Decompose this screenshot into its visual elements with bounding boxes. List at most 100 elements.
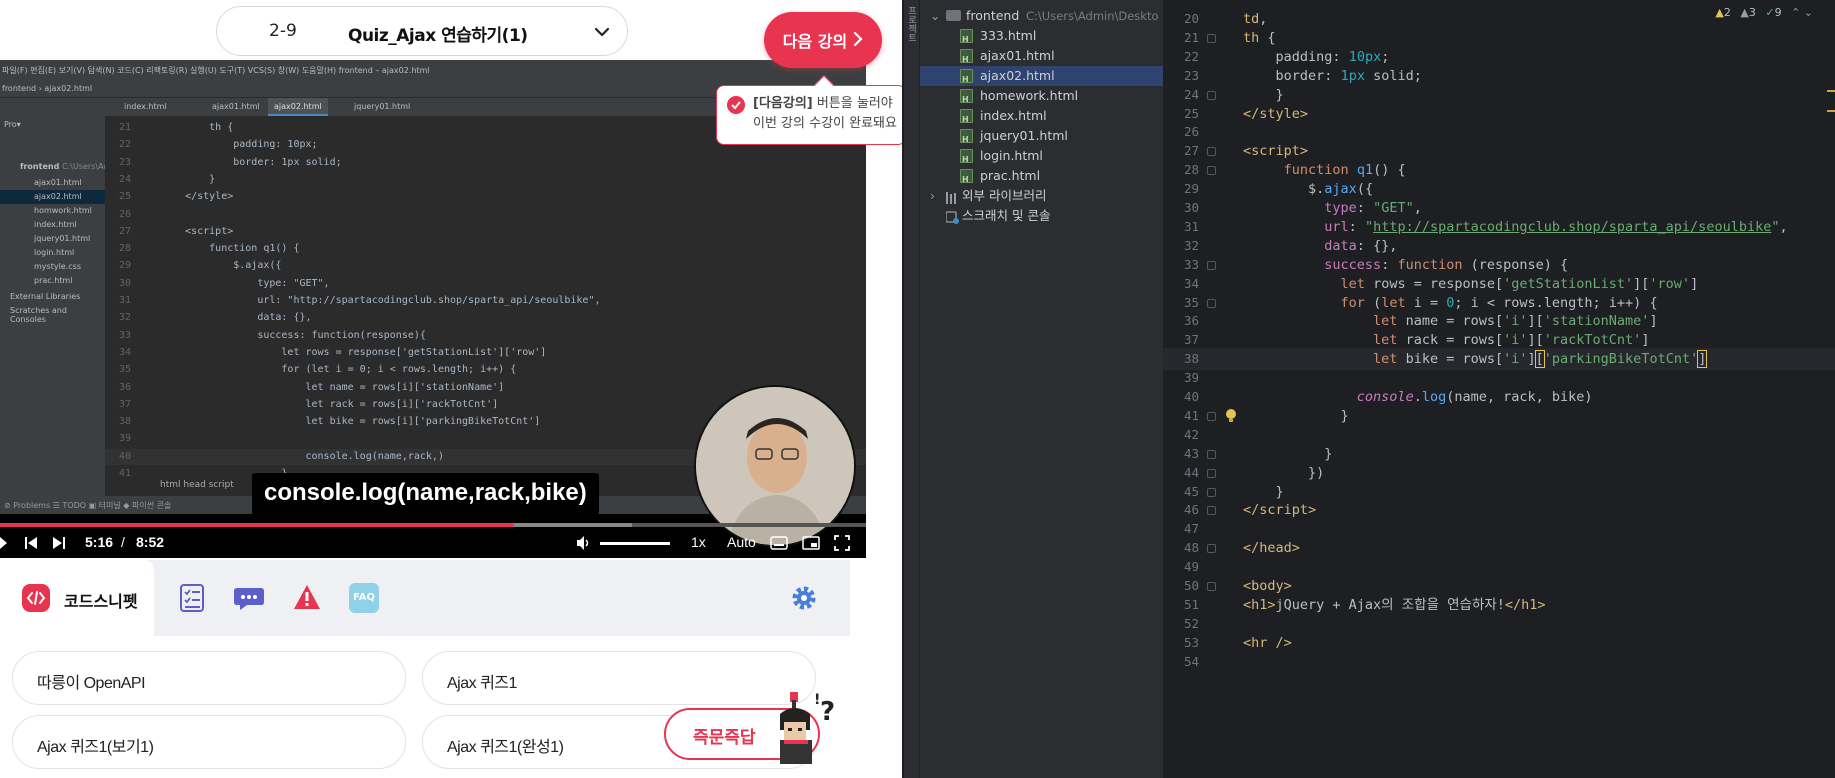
video-ide-project-title: Pro▾ (4, 120, 21, 129)
chevron-down-icon[interactable]: ⌄ (1804, 6, 1813, 19)
scrollbar-marker[interactable] (1827, 110, 1835, 112)
next-icon[interactable] (52, 536, 66, 553)
tree-file[interactable]: homework.html (920, 86, 1163, 110)
video-code-line: 25 </style> (105, 189, 866, 205)
warning-icon[interactable] (293, 584, 321, 614)
video-ide-scratches: Scratches and Consoles (10, 306, 67, 324)
project-tool-button[interactable]: 프로젝트 (906, 6, 918, 42)
video-ide-tab: ajax01.html (212, 102, 260, 111)
code-editor[interactable]: 20 td, 21th {22 padding: 10px; 23 border: 1… (1163, 0, 1835, 778)
snippet-card[interactable]: Ajax 퀴즈1(보기1) (12, 715, 406, 769)
video-line-number: 40 (118, 450, 131, 462)
gear-icon[interactable] (790, 584, 818, 616)
tree-file-label: ajax01.html (980, 48, 1055, 63)
video-code-line: 27 <script> (105, 224, 866, 240)
captions-icon[interactable] (770, 535, 788, 554)
check-circle-icon (727, 96, 745, 114)
ide-window: 프로젝트 ⌄ frontend C:\Users\Admin\Deskto 33… (904, 0, 1835, 778)
fold-marker-icon[interactable] (1207, 147, 1216, 157)
tree-file[interactable]: prac.html (920, 166, 1163, 190)
video-line-code: border: 1px solid; (161, 156, 342, 168)
tree-file[interactable]: jquery01.html (920, 126, 1163, 150)
video-ide-ext-libs: External Libraries (10, 292, 81, 301)
fold-marker-icon[interactable] (1207, 33, 1216, 43)
video-line-code: let rack = rows[i]['rackTotCnt'] (161, 398, 499, 410)
lecture-number: 2-9 (269, 21, 297, 41)
volume-icon[interactable] (576, 535, 592, 554)
check-icon: ✓ (1765, 6, 1775, 19)
snippet-card[interactable]: 따릉이 OpenAPI (12, 651, 406, 705)
checklist-icon[interactable] (180, 584, 204, 616)
video-line-number: 35 (118, 364, 131, 376)
scrollbar-marker[interactable] (1827, 90, 1835, 92)
tree-file-label: index.html (980, 108, 1047, 123)
next-lecture-button[interactable]: 다음 강의 (764, 12, 882, 68)
fold-marker-icon[interactable] (1207, 544, 1216, 554)
video-line-number: 29 (118, 260, 131, 272)
video-code-line: 31 url: "http://spartacodingclub.shop/sp… (105, 293, 866, 309)
fold-marker-icon[interactable] (1207, 90, 1216, 100)
previous-icon[interactable] (24, 536, 38, 553)
chevron-down-icon[interactable] (587, 17, 617, 47)
tree-file-label: 333.html (980, 28, 1037, 43)
tree-file-label: ajax02.html (980, 68, 1055, 83)
fold-marker-icon[interactable] (1207, 449, 1216, 459)
video-line-number: 34 (118, 346, 131, 358)
pip-icon[interactable] (802, 535, 820, 554)
fold-marker-icon[interactable] (1207, 260, 1216, 270)
snippet-card[interactable]: Ajax 퀴즈1 (422, 651, 816, 705)
lecture-title: Quiz_Ajax 연습하기(1) (348, 26, 528, 46)
fullscreen-icon[interactable] (834, 535, 850, 554)
tree-file-selected[interactable]: ajax02.html (920, 66, 1163, 90)
fold-marker-icon[interactable] (1207, 487, 1216, 497)
video-line-number: 28 (118, 243, 131, 255)
tree-file-label: jquery01.html (980, 128, 1068, 143)
lecture-selector[interactable]: 2-9 Quiz_Ajax 연습하기(1) (216, 6, 628, 56)
chat-icon[interactable] (233, 586, 265, 616)
video-ide-tab: jquery01.html (354, 102, 411, 111)
video-line-number: 25 (118, 191, 131, 203)
tree-file[interactable]: index.html (920, 106, 1163, 130)
video-progress-bar[interactable] (0, 523, 866, 527)
quality-selector[interactable]: Auto (727, 534, 756, 550)
video-line-number: 36 (118, 381, 131, 393)
toast-line-1-rest: 버튼을 눌러야 (812, 96, 893, 111)
volume-slider[interactable] (600, 542, 670, 545)
line-number: 54 (1183, 653, 1199, 669)
fold-marker-icon[interactable] (1207, 298, 1216, 308)
video-line-number: 39 (118, 433, 131, 445)
tree-file[interactable]: login.html (920, 146, 1163, 170)
video-code-line: 28 function q1() { (105, 241, 866, 257)
fold-marker-icon[interactable] (1207, 411, 1216, 421)
video-controls: 5:16 / 8:52 1x Auto (0, 530, 866, 558)
inspection-widget[interactable]: ▲2 ▲3 ✓9 ⌃ ⌄ (1715, 6, 1813, 19)
video-ide-file-selected: ajax02.html (0, 190, 105, 204)
code-line[interactable]: 54 (1163, 651, 1835, 673)
tree-file[interactable]: 333.html (920, 26, 1163, 50)
faq-icon[interactable]: FAQ (349, 583, 379, 613)
lightbulb-icon[interactable] (1225, 409, 1237, 423)
toast-line-1: [다음강의] 버튼을 눌러야 (753, 94, 897, 114)
fold-marker-icon[interactable] (1207, 468, 1216, 478)
fold-marker-icon[interactable] (1207, 506, 1216, 516)
video-line-code: let bike = rows[i]['parkingBikeTotCnt'] (161, 416, 541, 428)
tree-external-libraries[interactable]: › 외부 라이브러리 (920, 186, 1163, 206)
tree-scratches[interactable]: 스크래치 및 콘솔 (920, 206, 1163, 226)
video-code-line: 29 $.ajax({ (105, 258, 866, 274)
video-line-code: th { (161, 122, 234, 133)
video-line-number: 22 (118, 139, 131, 151)
tree-file[interactable]: ajax01.html (920, 46, 1163, 70)
fold-marker-icon[interactable] (1207, 582, 1216, 591)
video-line-number: 30 (118, 277, 131, 289)
time-separator: / (121, 534, 125, 550)
tab-code-snippets[interactable]: 코드스니펫 (0, 560, 154, 636)
play-icon[interactable] (0, 536, 8, 553)
video-ide-menubar: 파일(F) 편집(E) 보기(V) 탐색(N) 코드(C) 리팩토링(R) 실행… (0, 60, 866, 78)
video-line-code: $.ajax({ (161, 260, 282, 272)
tree-root[interactable]: ⌄ frontend C:\Users\Admin\Deskto (920, 6, 1163, 26)
fold-marker-icon[interactable] (1207, 166, 1216, 176)
playback-speed[interactable]: 1x (691, 534, 706, 550)
chevron-up-icon[interactable]: ⌃ (1791, 6, 1800, 19)
video-line-number: 26 (118, 208, 131, 220)
chevron-right-icon: › (930, 188, 935, 203)
